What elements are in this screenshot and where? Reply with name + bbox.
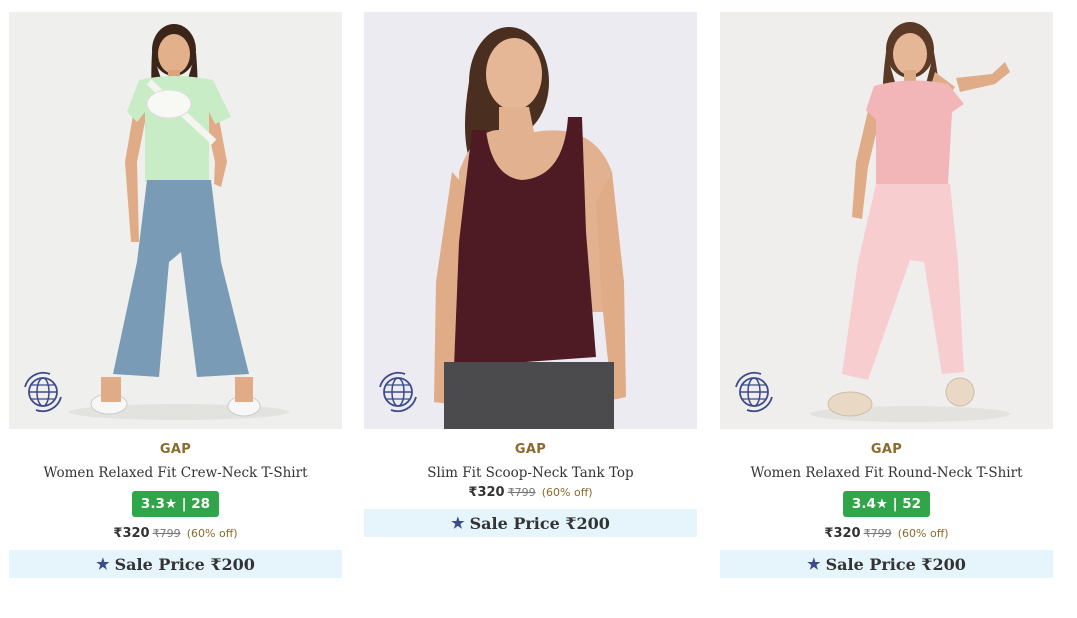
original-price: ₹799 — [152, 527, 181, 540]
sale-price-banner: ★ Sale Price ₹200 — [9, 550, 342, 578]
discount-percent: (60% off) — [541, 486, 593, 499]
product-image[interactable] — [720, 12, 1053, 429]
rating-badge[interactable]: 3.3★ | 28 — [131, 491, 220, 517]
sale-price-label: Sale Price ₹200 — [114, 554, 255, 574]
sale-price-label: Sale Price ₹200 — [825, 554, 966, 574]
product-brand[interactable]: GAP — [364, 442, 697, 457]
discount-percent: (60% off) — [897, 527, 949, 540]
original-price: ₹799 — [507, 486, 536, 499]
star-icon: ★ — [451, 514, 465, 532]
original-price: ₹799 — [863, 527, 892, 540]
price-row: ₹320 ₹799 (60% off) — [9, 526, 342, 541]
current-price: ₹320 — [824, 526, 861, 541]
sale-price-banner: ★ Sale Price ₹200 — [364, 509, 697, 537]
product-name[interactable]: Women Relaxed Fit Crew-Neck T-Shirt — [9, 465, 342, 481]
globe-icon[interactable] — [731, 369, 777, 415]
star-icon: ★ — [96, 555, 110, 573]
product-brand[interactable]: GAP — [720, 442, 1053, 457]
product-image[interactable] — [9, 12, 342, 429]
product-name[interactable]: Slim Fit Scoop-Neck Tank Top — [364, 465, 697, 481]
product-image[interactable] — [364, 12, 697, 429]
rating-badge[interactable]: 3.4★ | 52 — [842, 491, 931, 517]
current-price: ₹320 — [113, 526, 150, 541]
price-row: ₹320 ₹799 (60% off) — [364, 485, 697, 500]
sale-price-banner: ★ Sale Price ₹200 — [720, 550, 1053, 578]
product-name[interactable]: Women Relaxed Fit Round-Neck T-Shirt — [720, 465, 1053, 481]
product-card[interactable]: GAP Women Relaxed Fit Round-Neck T-Shirt… — [720, 12, 1053, 578]
product-brand[interactable]: GAP — [9, 442, 342, 457]
product-card[interactable]: GAP Women Relaxed Fit Crew-Neck T-Shirt … — [9, 12, 342, 578]
star-icon: ★ — [807, 555, 821, 573]
globe-icon[interactable] — [375, 369, 421, 415]
discount-percent: (60% off) — [186, 527, 238, 540]
product-card[interactable]: GAP Slim Fit Scoop-Neck Tank Top ₹320 ₹79… — [364, 12, 697, 537]
globe-icon[interactable] — [20, 369, 66, 415]
price-row: ₹320 ₹799 (60% off) — [720, 526, 1053, 541]
current-price: ₹320 — [468, 485, 505, 500]
sale-price-label: Sale Price ₹200 — [469, 513, 610, 533]
